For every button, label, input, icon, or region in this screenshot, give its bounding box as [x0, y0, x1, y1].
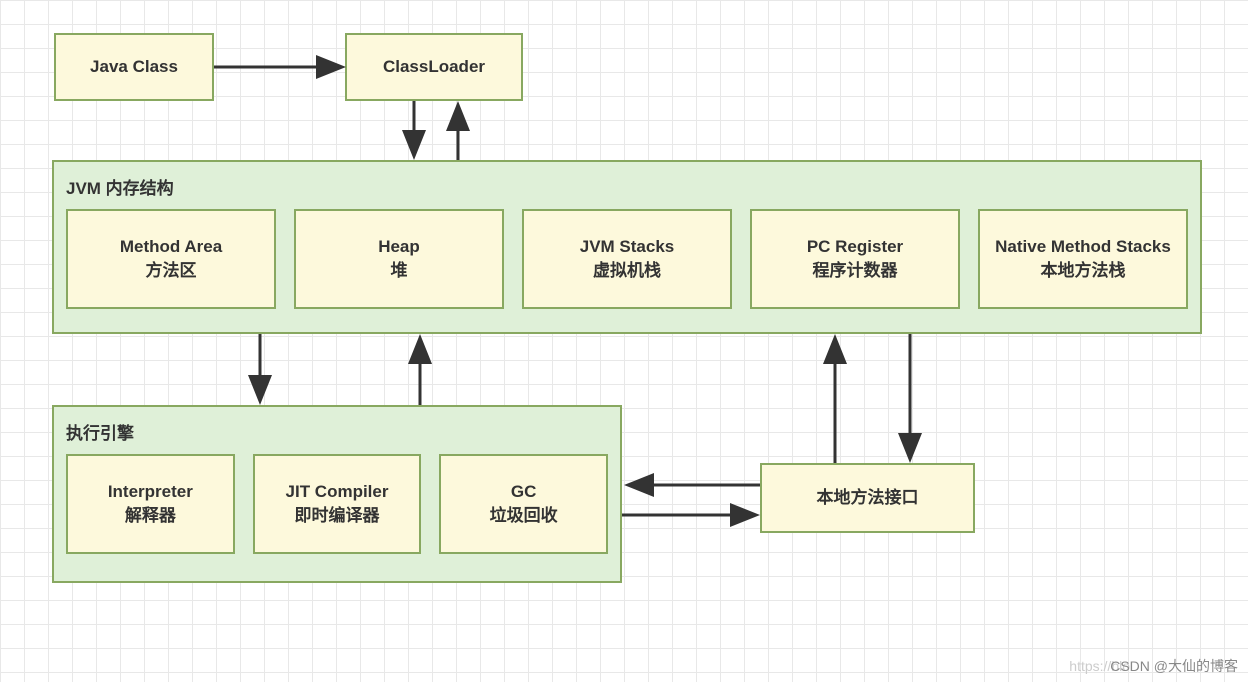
- jit-box: JIT Compiler 即时编译器: [253, 454, 422, 554]
- native-interface-box: 本地方法接口: [760, 463, 975, 533]
- native-stacks-cn: 本地方法栈: [1041, 259, 1126, 283]
- native-interface-label: 本地方法接口: [817, 486, 919, 510]
- java-class-label: Java Class: [90, 55, 178, 79]
- jit-en: JIT Compiler: [286, 480, 389, 504]
- jvm-stacks-box: JVM Stacks 虚拟机栈: [522, 209, 732, 309]
- gc-en: GC: [511, 480, 537, 504]
- native-stacks-box: Native Method Stacks 本地方法栈: [978, 209, 1188, 309]
- method-area-box: Method Area 方法区: [66, 209, 276, 309]
- memory-title: JVM 内存结构: [66, 174, 1188, 199]
- jvm-stacks-en: JVM Stacks: [580, 235, 675, 259]
- engine-row: Interpreter 解释器 JIT Compiler 即时编译器 GC 垃圾…: [66, 454, 608, 554]
- jit-cn: 即时编译器: [295, 504, 380, 528]
- classloader-box: ClassLoader: [345, 33, 523, 101]
- jvm-memory-container: JVM 内存结构 Method Area 方法区 Heap 堆 JVM Stac…: [52, 160, 1202, 334]
- gc-cn: 垃圾回收: [490, 504, 558, 528]
- jvm-stacks-cn: 虚拟机栈: [593, 259, 661, 283]
- java-class-box: Java Class: [54, 33, 214, 101]
- pc-register-en: PC Register: [807, 235, 903, 259]
- heap-cn: 堆: [391, 259, 408, 283]
- memory-row: Method Area 方法区 Heap 堆 JVM Stacks 虚拟机栈 P…: [66, 209, 1188, 309]
- pc-register-cn: 程序计数器: [813, 259, 898, 283]
- classloader-label: ClassLoader: [383, 55, 485, 79]
- execution-engine-container: 执行引擎 Interpreter 解释器 JIT Compiler 即时编译器 …: [52, 405, 622, 583]
- gc-box: GC 垃圾回收: [439, 454, 608, 554]
- pc-register-box: PC Register 程序计数器: [750, 209, 960, 309]
- method-area-en: Method Area: [120, 235, 222, 259]
- watermark-main: CSDN @大仙的博客: [1110, 656, 1238, 676]
- heap-en: Heap: [378, 235, 420, 259]
- method-area-cn: 方法区: [146, 259, 197, 283]
- heap-box: Heap 堆: [294, 209, 504, 309]
- interpreter-cn: 解释器: [125, 504, 176, 528]
- engine-title: 执行引擎: [66, 419, 608, 444]
- interpreter-box: Interpreter 解释器: [66, 454, 235, 554]
- interpreter-en: Interpreter: [108, 480, 193, 504]
- native-stacks-en: Native Method Stacks: [995, 235, 1171, 259]
